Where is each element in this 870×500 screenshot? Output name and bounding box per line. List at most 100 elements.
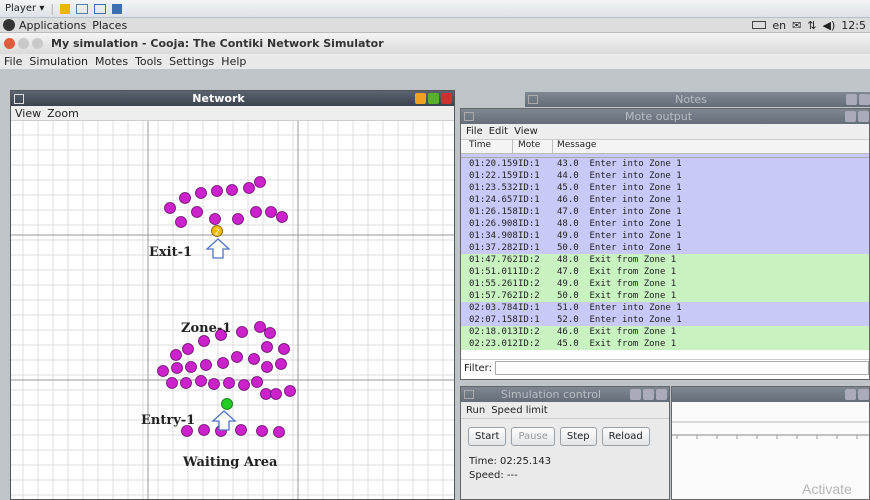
monitor-icon[interactable] [112, 3, 123, 14]
network-close-icon[interactable] [441, 93, 452, 104]
table-row[interactable]: 01:37.282 ID:1 50.0 Enter into Zone 1 [461, 242, 869, 254]
mote[interactable] [226, 184, 238, 196]
mote[interactable] [275, 358, 287, 370]
menu-motes[interactable]: Motes [95, 55, 128, 68]
close-window-icon[interactable] [4, 38, 15, 49]
mote-output-titlebar[interactable]: Mote output [461, 109, 869, 124]
mote[interactable] [273, 426, 285, 438]
mote[interactable] [248, 353, 260, 365]
timeline-minimize-icon[interactable] [845, 389, 856, 400]
mote[interactable] [284, 385, 296, 397]
mote[interactable] [231, 351, 243, 363]
table-row[interactable]: 02:23.012 ID:2 45.0 Exit from Zone 1 [461, 338, 869, 350]
mote[interactable] [195, 375, 207, 387]
network-menu-zoom[interactable]: Zoom [47, 107, 79, 120]
mote[interactable] [232, 213, 244, 225]
table-row[interactable]: 01:34.908 ID:1 49.0 Enter into Zone 1 [461, 230, 869, 242]
table-row[interactable]: 01:24.657 ID:1 46.0 Enter into Zone 1 [461, 194, 869, 206]
applications-menu[interactable]: Applications [19, 19, 86, 32]
timeline-titlebar[interactable] [672, 387, 869, 402]
mote[interactable] [261, 341, 273, 353]
network-minimize-icon[interactable] [415, 93, 426, 104]
player-menu[interactable]: Player ▾ [5, 3, 44, 14]
table-row[interactable]: 01:55.261 ID:2 49.0 Exit from Zone 1 [461, 278, 869, 290]
mote-output-menu-edit[interactable]: Edit [489, 126, 508, 137]
simulation-control-close-icon[interactable] [656, 389, 667, 400]
column-time[interactable]: Time [461, 140, 513, 153]
filter-input[interactable] [494, 361, 869, 375]
network-window-menu-icon[interactable] [14, 93, 24, 104]
network-status-icon[interactable]: ⇅ [807, 19, 816, 32]
start-button[interactable]: Start [468, 427, 507, 446]
mote[interactable] [200, 359, 212, 371]
table-row[interactable]: 02:18.013 ID:2 46.0 Exit from Zone 1 [461, 326, 869, 338]
mote[interactable] [250, 206, 262, 218]
mote[interactable] [238, 379, 250, 391]
sim-menu-speed-limit[interactable]: Speed limit [491, 405, 548, 416]
table-row[interactable]: 01:20.159 ID:1 43.0 Enter into Zone 1 [461, 158, 869, 170]
mote[interactable] [256, 425, 268, 437]
mote[interactable] [180, 377, 192, 389]
menu-tools[interactable]: Tools [135, 55, 162, 68]
mote[interactable] [179, 192, 191, 204]
network-canvas[interactable]: 2 Exit-1 Zone-1 Entry-1 Waiting Area [11, 121, 454, 499]
table-row[interactable]: 01:23.532 ID:1 45.0 Enter into Zone 1 [461, 182, 869, 194]
mote[interactable] [264, 327, 276, 339]
keyboard-language[interactable]: en [772, 19, 786, 32]
network-maximize-icon[interactable] [428, 93, 439, 104]
column-message[interactable]: Message [553, 140, 869, 153]
mote[interactable] [217, 357, 229, 369]
mote-output-maximize-icon[interactable] [858, 111, 869, 122]
menu-simulation[interactable]: Simulation [29, 55, 88, 68]
mote[interactable] [278, 343, 290, 355]
mote[interactable] [171, 362, 183, 374]
simulation-control-minimize-icon[interactable] [630, 389, 641, 400]
mote[interactable] [164, 202, 176, 214]
mote[interactable] [223, 377, 235, 389]
mote[interactable] [235, 424, 247, 436]
entry-mote[interactable] [221, 398, 233, 410]
mote[interactable] [265, 206, 277, 218]
mote[interactable] [175, 216, 187, 228]
mote[interactable] [208, 378, 220, 390]
mote[interactable] [261, 361, 273, 373]
timeline-maximize-icon[interactable] [858, 389, 869, 400]
simulation-control-titlebar[interactable]: Simulation control [461, 387, 669, 402]
mote[interactable] [170, 349, 182, 361]
keyboard-icon[interactable] [752, 21, 767, 29]
mote[interactable] [157, 365, 169, 377]
table-row[interactable]: 01:51.011 ID:2 47.0 Exit from Zone 1 [461, 266, 869, 278]
simulation-control-window-menu-icon[interactable] [464, 390, 474, 399]
fullscreen-icon[interactable] [94, 3, 107, 14]
minimize-window-icon[interactable] [18, 38, 29, 49]
mote[interactable] [251, 376, 263, 388]
mote[interactable] [195, 187, 207, 199]
notes-maximize-icon[interactable] [859, 94, 870, 105]
timeline-canvas[interactable]: Activate [672, 402, 869, 499]
mote[interactable] [254, 321, 266, 333]
mote[interactable] [270, 388, 282, 400]
mote[interactable] [185, 361, 197, 373]
network-menu-view[interactable]: View [15, 107, 41, 120]
menu-settings[interactable]: Settings [169, 55, 214, 68]
mote-output-menu-view[interactable]: View [514, 126, 538, 137]
pause-button[interactable]: Pause [511, 427, 555, 446]
mote[interactable] [198, 335, 210, 347]
mail-icon[interactable]: ✉ [792, 19, 801, 32]
reload-button[interactable]: Reload [601, 427, 650, 446]
mote-output-minimize-icon[interactable] [845, 111, 856, 122]
mote[interactable] [191, 206, 203, 218]
maximize-window-icon[interactable] [32, 38, 43, 49]
mote[interactable] [211, 185, 223, 197]
menu-help[interactable]: Help [221, 55, 246, 68]
simulation-control-maximize-icon[interactable] [643, 389, 654, 400]
table-row[interactable]: 02:03.784 ID:1 51.0 Enter into Zone 1 [461, 302, 869, 314]
table-row[interactable]: 01:22.159 ID:1 44.0 Enter into Zone 1 [461, 170, 869, 182]
workspace-icon[interactable] [60, 3, 71, 14]
menu-file[interactable]: File [4, 55, 22, 68]
notes-minimize-icon[interactable] [846, 94, 857, 105]
column-mote[interactable]: Mote [513, 140, 553, 153]
mote-output-menu-file[interactable]: File [466, 126, 483, 137]
step-button[interactable]: Step [559, 427, 597, 446]
volume-icon[interactable]: ◀) [823, 19, 836, 32]
